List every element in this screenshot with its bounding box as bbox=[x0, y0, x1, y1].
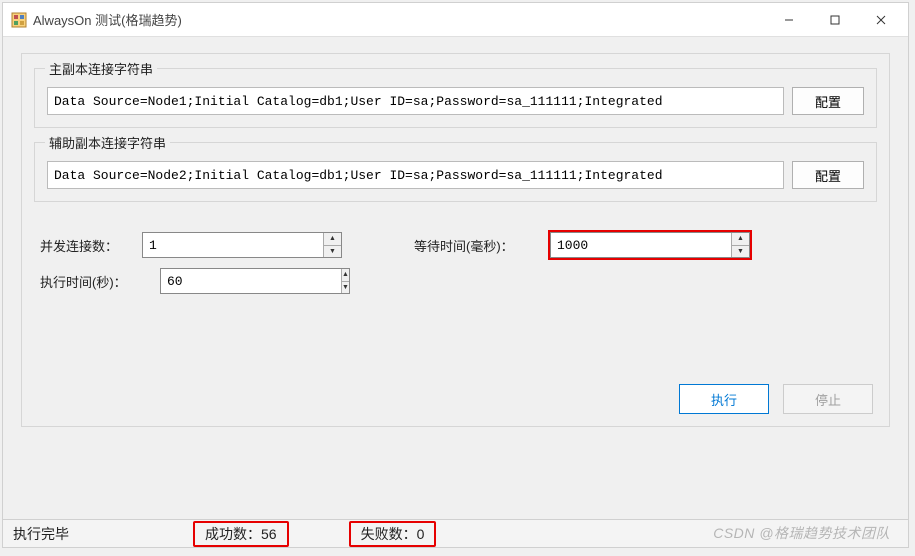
wait-input[interactable] bbox=[551, 233, 731, 257]
status-success-value: 56 bbox=[261, 526, 277, 542]
maximize-button[interactable] bbox=[812, 5, 858, 35]
secondary-config-button[interactable]: 配置 bbox=[792, 161, 864, 189]
exectime-up[interactable]: ▲ bbox=[342, 269, 349, 282]
app-icon bbox=[11, 12, 27, 28]
execute-button[interactable]: 执行 bbox=[679, 384, 769, 414]
window-title: AlwaysOn 测试(格瑞趋势) bbox=[33, 10, 182, 29]
action-row: 执行 停止 bbox=[34, 384, 877, 414]
wait-label: 等待时间(毫秒)： bbox=[414, 236, 540, 255]
exectime-param: 执行时间(秒)： ▲ ▼ bbox=[40, 268, 350, 294]
primary-config-button[interactable]: 配置 bbox=[792, 87, 864, 115]
concurrent-label: 并发连接数： bbox=[40, 236, 132, 255]
main-panel: 主副本连接字符串 配置 辅助副本连接字符串 配置 并发连接数： bbox=[21, 53, 890, 427]
exectime-label: 执行时间(秒)： bbox=[40, 272, 150, 291]
primary-group-title: 主副本连接字符串 bbox=[45, 59, 157, 78]
minimize-button[interactable] bbox=[766, 5, 812, 35]
secondary-group-title: 辅助副本连接字符串 bbox=[45, 133, 170, 152]
status-fail: 失败数：0 bbox=[349, 521, 437, 547]
stop-button[interactable]: 停止 bbox=[783, 384, 873, 414]
status-success: 成功数：56 bbox=[193, 521, 289, 547]
primary-conn-input[interactable] bbox=[47, 87, 784, 115]
content-area: 主副本连接字符串 配置 辅助副本连接字符串 配置 并发连接数： bbox=[3, 37, 908, 519]
wait-stepper[interactable]: ▲ ▼ bbox=[550, 232, 750, 258]
secondary-group: 辅助副本连接字符串 配置 bbox=[34, 142, 877, 202]
exectime-input[interactable] bbox=[161, 269, 341, 293]
statusbar: 执行完毕 成功数：56 失败数：0 bbox=[3, 519, 908, 547]
wait-up[interactable]: ▲ bbox=[732, 233, 749, 246]
status-state: 执行完毕 bbox=[13, 524, 133, 544]
minimize-icon bbox=[784, 15, 794, 25]
wait-down[interactable]: ▼ bbox=[732, 246, 749, 258]
param-row-2: 执行时间(秒)： ▲ ▼ bbox=[34, 268, 877, 294]
concurrent-up[interactable]: ▲ bbox=[324, 233, 341, 246]
app-window: AlwaysOn 测试(格瑞趋势) 主副本连接字符串 配置 辅助副本连接字符串 bbox=[2, 2, 909, 548]
concurrent-stepper[interactable]: ▲ ▼ bbox=[142, 232, 342, 258]
exectime-stepper[interactable]: ▲ ▼ bbox=[160, 268, 350, 294]
titlebar: AlwaysOn 测试(格瑞趋势) bbox=[3, 3, 908, 37]
status-fail-value: 0 bbox=[417, 526, 425, 542]
primary-group: 主副本连接字符串 配置 bbox=[34, 68, 877, 128]
status-fail-label: 失败数： bbox=[361, 526, 417, 542]
close-button[interactable] bbox=[858, 5, 904, 35]
concurrent-down[interactable]: ▼ bbox=[324, 246, 341, 258]
concurrent-input[interactable] bbox=[143, 233, 323, 257]
wait-param: 等待时间(毫秒)： ▲ ▼ bbox=[414, 232, 750, 258]
exectime-down[interactable]: ▼ bbox=[342, 282, 349, 294]
concurrent-param: 并发连接数： ▲ ▼ bbox=[40, 232, 342, 258]
param-row-1: 并发连接数： ▲ ▼ 等待时间(毫秒)： ▲ bbox=[34, 232, 877, 258]
maximize-icon bbox=[830, 15, 840, 25]
close-icon bbox=[876, 15, 886, 25]
secondary-conn-input[interactable] bbox=[47, 161, 784, 189]
status-success-label: 成功数： bbox=[205, 526, 261, 542]
